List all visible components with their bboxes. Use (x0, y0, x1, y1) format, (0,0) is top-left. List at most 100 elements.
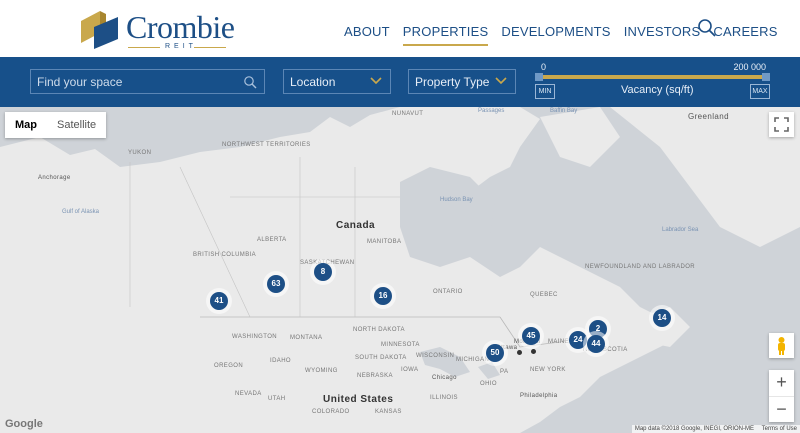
property-type-select[interactable]: Property Type (408, 69, 516, 94)
vacancy-title: Vacancy (sq/ft) (621, 84, 694, 96)
fullscreen-button[interactable] (769, 112, 794, 137)
map-label-yukon: YUKON (128, 150, 152, 156)
map-label-manitoba: MANITOBA (367, 239, 402, 245)
map-label-hudson-bay: Hudson Bay (440, 197, 473, 203)
map-label-canada: Canada (336, 220, 376, 231)
vacancy-slider: 0 200 000 MIN Vacancy (sq/ft) MAX (535, 57, 770, 107)
cluster-marker[interactable]: 24 (569, 331, 587, 349)
map-label-maine: MAINE (548, 339, 570, 345)
magnifier-icon (244, 76, 257, 89)
map-label-northwest: NORTHWEST TERRITORIES (222, 142, 311, 148)
cluster-marker[interactable]: 63 (267, 275, 285, 293)
map-label-wyoming: WYOMING (305, 368, 338, 374)
location-label: Location (290, 75, 336, 89)
property-marker[interactable] (517, 350, 522, 355)
zoom-in-button[interactable]: + (769, 370, 794, 396)
main-nav: ABOUT PROPERTIES DEVELOPMENTS INVESTORS … (344, 24, 791, 46)
map-label-gulf-alaska: Gulf of Alaska (62, 209, 100, 215)
map-label-nebraska: NEBRASKA (357, 373, 393, 379)
terms-link[interactable]: Terms of Use (762, 426, 797, 432)
map-label-minnesota: MINNESOTA (381, 342, 420, 348)
map-label-wisconsin: WISCONSIN (416, 353, 455, 359)
logo-mark-icon (81, 11, 118, 49)
zoom-out-button[interactable]: − (769, 396, 794, 422)
logo-rule-left (128, 47, 160, 48)
map-attribution: Map data ©2018 Google, INEGI, ORION-ME T… (631, 425, 800, 433)
pegman-icon (778, 337, 785, 355)
map-label-iowa: IOWA (401, 367, 419, 373)
search-input[interactable]: Find your space (30, 69, 265, 94)
vacancy-max-button[interactable]: MAX (750, 84, 770, 99)
logo-rule-right (194, 47, 226, 48)
vacancy-min-button[interactable]: MIN (535, 84, 555, 99)
site-header: Crombie REIT ABOUT PROPERTIES DEVELOPMEN… (0, 0, 800, 57)
fullscreen-icon (774, 117, 789, 132)
logo-sub: REIT (165, 43, 197, 50)
map-label-quebec: QUEBEC (530, 292, 558, 298)
street-view-pegman[interactable] (769, 333, 794, 358)
map-type-satellite[interactable]: Satellite (47, 112, 106, 138)
map-label-idaho: IDAHO (270, 358, 292, 364)
map-label-nunavut: NUNAVUT (392, 111, 424, 117)
vacancy-min-handle[interactable] (535, 73, 543, 81)
vacancy-track[interactable] (537, 75, 768, 79)
map-label-utah: UTAH (268, 396, 286, 402)
crombie-logo[interactable]: Crombie REIT (78, 9, 235, 51)
cluster-marker[interactable]: 45 (522, 327, 540, 345)
map-label-oregon: OREGON (214, 363, 244, 369)
nav-about[interactable]: ABOUT (344, 24, 390, 39)
map-label-ohio: OHIO (480, 381, 497, 387)
cluster-marker[interactable]: 14 (653, 309, 671, 327)
map-label-baffin: Baffin Bay (550, 108, 578, 114)
map-label-pa: PA (500, 369, 509, 375)
cluster-marker[interactable]: 16 (374, 287, 392, 305)
map-label-philadelphia: Philadelphia (520, 393, 558, 399)
google-logo: Google (5, 418, 43, 430)
nav-careers[interactable]: CAREERS (713, 24, 777, 39)
map-label-colorado: COLORADO (312, 409, 350, 415)
map-label-bc: BRITISH COLUMBIA (193, 252, 257, 258)
map-label-newfoundland: NEWFOUNDLAND AND LABRADOR (585, 264, 696, 270)
chevron-down-icon (370, 77, 382, 85)
nav-properties[interactable]: PROPERTIES (402, 24, 489, 46)
map-label-united-states: United States (323, 394, 394, 405)
search-placeholder: Find your space (37, 75, 123, 89)
map-label-kansas: KANSAS (375, 409, 402, 415)
map-label-michigan: MICHIGAN (456, 357, 490, 363)
nav-developments[interactable]: DEVELOPMENTS (501, 24, 610, 39)
cluster-marker[interactable]: 50 (486, 344, 504, 362)
map-type-control: Map Satellite (5, 112, 107, 138)
vacancy-min-value: 0 (541, 62, 547, 72)
vacancy-max-value: 200 000 (733, 62, 766, 72)
map-type-map[interactable]: Map (5, 112, 47, 138)
cluster-marker[interactable]: 8 (314, 263, 332, 281)
cluster-marker[interactable]: 44 (587, 335, 605, 353)
map-label-north-dakota: NORTH DAKOTA (353, 327, 405, 333)
map-label-chicago: Chicago (432, 375, 457, 381)
map-label-ontario: ONTARIO (433, 289, 463, 295)
map-label-greenland: Greenland (688, 112, 729, 121)
map-label-labrador-sea: Labrador Sea (662, 227, 699, 233)
map-base (0, 107, 800, 433)
location-select[interactable]: Location (283, 69, 391, 94)
search-icon[interactable] (697, 18, 717, 38)
map-label-washington: WASHINGTON (232, 334, 278, 340)
vacancy-max-handle[interactable] (762, 73, 770, 81)
map-label-anchorage: Anchorage (38, 175, 71, 181)
map-label-ny: NEW YORK (530, 367, 566, 373)
map-label-nevada: NEVADA (235, 391, 262, 397)
map-label-passages: Passages (478, 108, 505, 114)
property-marker[interactable] (531, 349, 536, 354)
attribution-text: Map data ©2018 Google, INEGI, ORION-ME (634, 426, 754, 432)
map-label-alberta: ALBERTA (257, 237, 287, 243)
map-label-south-dakota: SOUTH DAKOTA (355, 355, 407, 361)
nav-investors[interactable]: INVESTORS (624, 24, 701, 39)
map-label-illinois: ILLINOIS (430, 395, 458, 401)
property-map[interactable]: Map Satellite + − NUNAVUT Passages Baffi… (0, 107, 800, 433)
cluster-marker[interactable]: 41 (210, 292, 228, 310)
chevron-down-icon (495, 77, 507, 85)
zoom-control: + − (769, 370, 794, 422)
property-type-label: Property Type (415, 75, 490, 89)
logo-wordmark: Crombie (126, 9, 235, 45)
map-label-montana: MONTANA (290, 335, 323, 341)
